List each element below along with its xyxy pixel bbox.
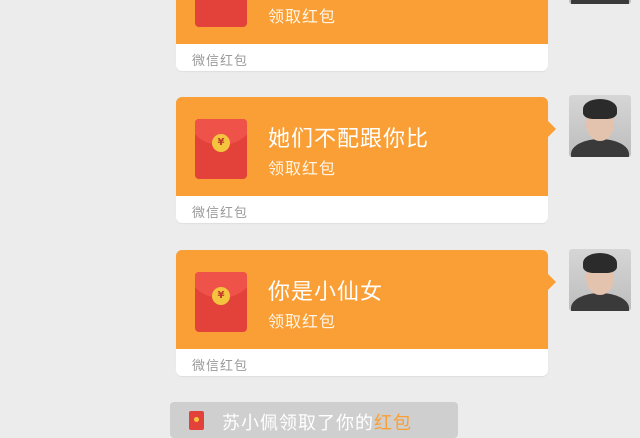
red-envelope-icon: ¥ (195, 119, 247, 179)
red-packet-source: 微信红包 (192, 54, 249, 69)
red-packet-greeting: 她们不配跟你比 (268, 127, 430, 152)
red-packet-header[interactable]: ¥ 领取红包 (176, 0, 548, 44)
red-packet-source: 微信红包 (192, 206, 249, 221)
chat-view: ¥ 领取红包 微信红包 ¥ 她们不配跟你比 领取红包 微信红包 (0, 0, 640, 438)
currency-seal-icon: ¥ (212, 134, 230, 152)
claim-red-packet-label: 领取红包 (268, 7, 337, 26)
sender-avatar[interactable] (569, 95, 631, 157)
red-packet-greeting: 你是小仙女 (268, 280, 384, 305)
small-red-envelope-icon (189, 411, 204, 430)
red-packet-footer: 微信红包 (176, 349, 548, 376)
red-packet-footer: 微信红包 (176, 44, 548, 71)
claimed-notice-prefix: 苏小佩领取了你的 (222, 413, 374, 434)
currency-seal-icon: ¥ (212, 287, 230, 305)
red-envelope-icon: ¥ (195, 272, 247, 332)
bubble-tail (548, 274, 556, 290)
claimed-notice-text: 苏小佩领取了你的红包 (222, 409, 412, 435)
red-packet-claimed-notice: 苏小佩领取了你的红包 (170, 402, 458, 438)
claim-red-packet-label: 领取红包 (268, 159, 337, 178)
red-packet-link[interactable]: 红包 (374, 413, 412, 434)
red-packet-header[interactable]: ¥ 她们不配跟你比 领取红包 (176, 97, 556, 196)
sender-avatar[interactable] (569, 249, 631, 311)
red-packet-message[interactable]: ¥ 你是小仙女 领取红包 微信红包 (176, 250, 556, 376)
sender-avatar[interactable] (569, 0, 631, 4)
red-packet-header[interactable]: ¥ 你是小仙女 领取红包 (176, 250, 556, 349)
red-packet-footer: 微信红包 (176, 196, 548, 223)
red-packet-source: 微信红包 (192, 359, 249, 374)
red-envelope-icon: ¥ (195, 0, 247, 27)
red-packet-message[interactable]: ¥ 她们不配跟你比 领取红包 微信红包 (176, 97, 556, 223)
red-packet-message[interactable]: ¥ 领取红包 微信红包 (176, 0, 548, 71)
bubble-tail (548, 121, 556, 137)
claim-red-packet-label: 领取红包 (268, 312, 337, 331)
